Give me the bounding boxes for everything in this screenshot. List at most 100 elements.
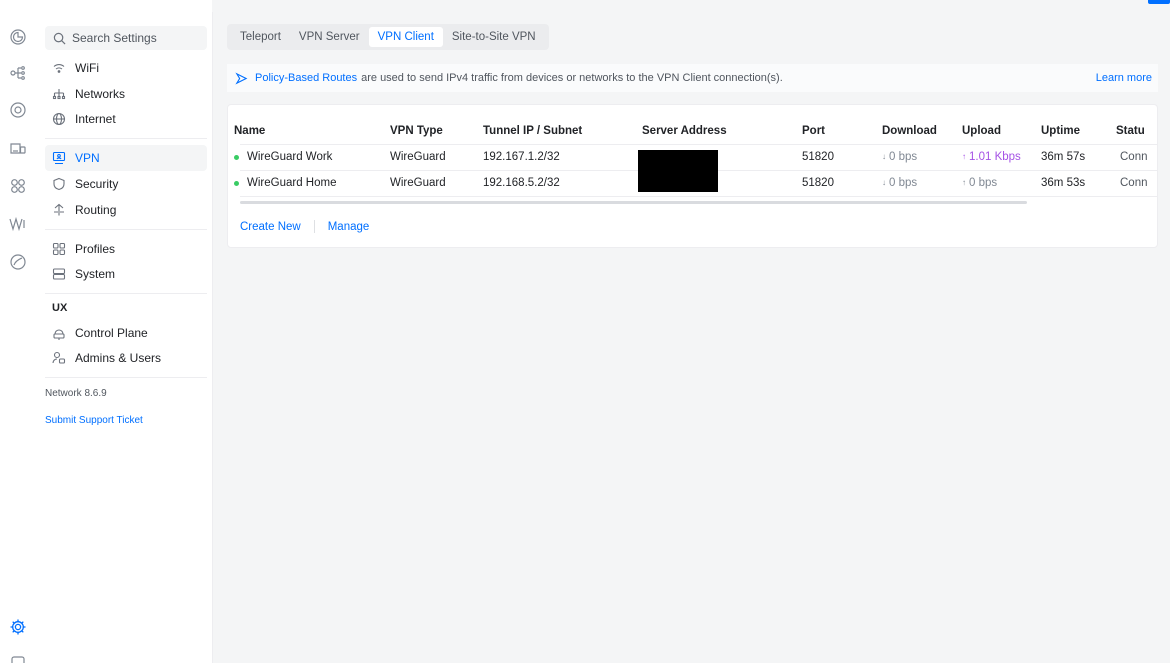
sidebar-item-label: System [75,267,116,281]
sidebar-divider [45,293,207,294]
route-arrow-icon [235,72,248,84]
table-cell-uptime: 36m 57s [1041,151,1086,163]
admins-icon [52,351,66,365]
policy-based-routes-link[interactable]: Policy-Based Routes [255,72,357,84]
table-row-name[interactable]: WireGuard Work [234,151,332,163]
sidebar-item-internet[interactable]: Internet [45,106,207,132]
sidebar-item-label: VPN [75,151,100,165]
tab-vpn-client[interactable]: VPN Client [368,27,443,47]
clients-icon[interactable] [9,177,27,195]
sidebar-item-networks[interactable]: Networks [45,81,207,107]
sidebar-divider [45,377,207,378]
insights-icon[interactable] [9,215,27,233]
vpn-client-table-card: Name VPN Type Tunnel IP / Subnet Server … [227,104,1158,248]
sidebar-item-label: Profiles [75,242,116,256]
online-status-dot [234,180,239,186]
table-cell-tunnel: 192.167.1.2/32 [483,151,560,163]
shield-icon [52,177,66,191]
sidebar-item-label: Networks [75,87,126,101]
tab-site-to-site-vpn[interactable]: Site-to-Site VPN [443,27,545,47]
devices-icon[interactable] [9,101,27,119]
table-cell-port: 51820 [802,151,834,163]
notification-indicator[interactable] [1148,0,1170,4]
column-header-upload[interactable]: Upload [962,125,1001,137]
row-divider [240,196,1157,197]
ux-section-label: UX [52,302,68,314]
sidebar-item-routing[interactable]: Routing [45,197,207,223]
networks-icon [52,87,66,101]
table-cell-status: Conn [1120,151,1148,163]
sidebar-item-label: Internet [75,112,116,126]
alerts-icon[interactable] [9,253,27,271]
sidebar-item-label: Security [75,177,119,191]
banner-text: are used to send IPv4 traffic from devic… [361,72,783,84]
sidebar-divider [45,138,207,139]
search-input[interactable] [72,31,202,45]
tab-vpn-server[interactable]: VPN Server [290,27,369,47]
control-plane-icon [52,326,66,340]
system-log-icon[interactable] [9,654,27,663]
table-cell-download: ↓ 0 bps [882,177,918,189]
sidebar-item-label: Control Plane [75,326,148,340]
online-status-dot [234,154,239,160]
table-row-name[interactable]: WireGuard Home [234,177,336,189]
column-header-vpn-type[interactable]: VPN Type [390,125,443,137]
table-cell-download: ↓ 0 bps [882,151,918,163]
top-strip [0,0,1170,12]
sidebar-item-profiles[interactable]: Profiles [45,236,207,262]
table-cell-status: Conn [1120,177,1148,189]
search-box[interactable] [45,26,207,50]
vpn-icon [52,151,66,165]
sidebar-item-label: WiFi [75,61,99,75]
system-icon [52,267,66,281]
create-new-button[interactable]: Create New [240,221,301,233]
header-divider [240,144,1157,145]
info-banner: Policy-Based Routes are used to send IPv… [227,64,1158,92]
sidebar-item-vpn[interactable]: VPN [45,145,207,171]
submit-support-ticket-link[interactable]: Submit Support Ticket [45,415,143,426]
column-header-port[interactable]: Port [802,125,825,137]
app-nav-rail [0,12,36,663]
sidebar-item-wifi[interactable]: WiFi [45,55,207,81]
client-devices-icon[interactable] [9,139,27,157]
settings-sidebar: WiFi Networks Internet VPN Security Rout… [36,12,213,663]
column-header-status[interactable]: Statu [1116,125,1145,137]
sidebar-divider [45,229,207,230]
sidebar-item-security[interactable]: Security [45,171,207,197]
table-cell-upload: ↑ 1.01 Kbps [962,151,1021,163]
vpn-tabs: Teleport VPN Server VPN Client Site-to-S… [227,24,549,50]
search-icon [53,32,66,44]
table-cell-type: WireGuard [390,177,446,189]
learn-more-link[interactable]: Learn more [1096,72,1152,84]
table-cell-tunnel: 192.168.5.2/32 [483,177,560,189]
tab-teleport[interactable]: Teleport [231,27,290,47]
profiles-icon [52,242,66,256]
table-cell-port: 51820 [802,177,834,189]
column-header-server-address[interactable]: Server Address [642,125,727,137]
table-cell-uptime: 36m 53s [1041,177,1086,189]
manage-button[interactable]: Manage [328,221,370,233]
column-header-uptime[interactable]: Uptime [1041,125,1080,137]
horizontal-scrollbar[interactable] [240,201,1027,204]
settings-gear-icon[interactable] [9,618,27,636]
column-header-name[interactable]: Name [234,125,265,137]
sidebar-item-admins-users[interactable]: Admins & Users [45,345,207,371]
action-separator [313,220,315,233]
version-label: Network 8.6.9 [45,388,107,399]
redacted-server-address [638,150,718,192]
sidebar-item-system[interactable]: System [45,261,207,287]
table-cell-type: WireGuard [390,151,446,163]
sidebar-item-control-plane[interactable]: Control Plane [45,320,207,346]
table-actions: Create New Manage [240,220,369,233]
wifi-icon [52,61,66,75]
dashboard-icon[interactable] [9,28,27,46]
routing-icon [52,203,66,217]
column-header-tunnel-ip[interactable]: Tunnel IP / Subnet [483,125,582,137]
table-cell-upload: ↑ 0 bps [962,177,998,189]
top-strip-left [0,0,212,12]
topology-icon[interactable] [9,64,27,82]
sidebar-item-label: Routing [75,203,117,217]
sidebar-item-label: Admins & Users [75,351,162,365]
globe-icon [52,112,66,126]
column-header-download[interactable]: Download [882,125,937,137]
